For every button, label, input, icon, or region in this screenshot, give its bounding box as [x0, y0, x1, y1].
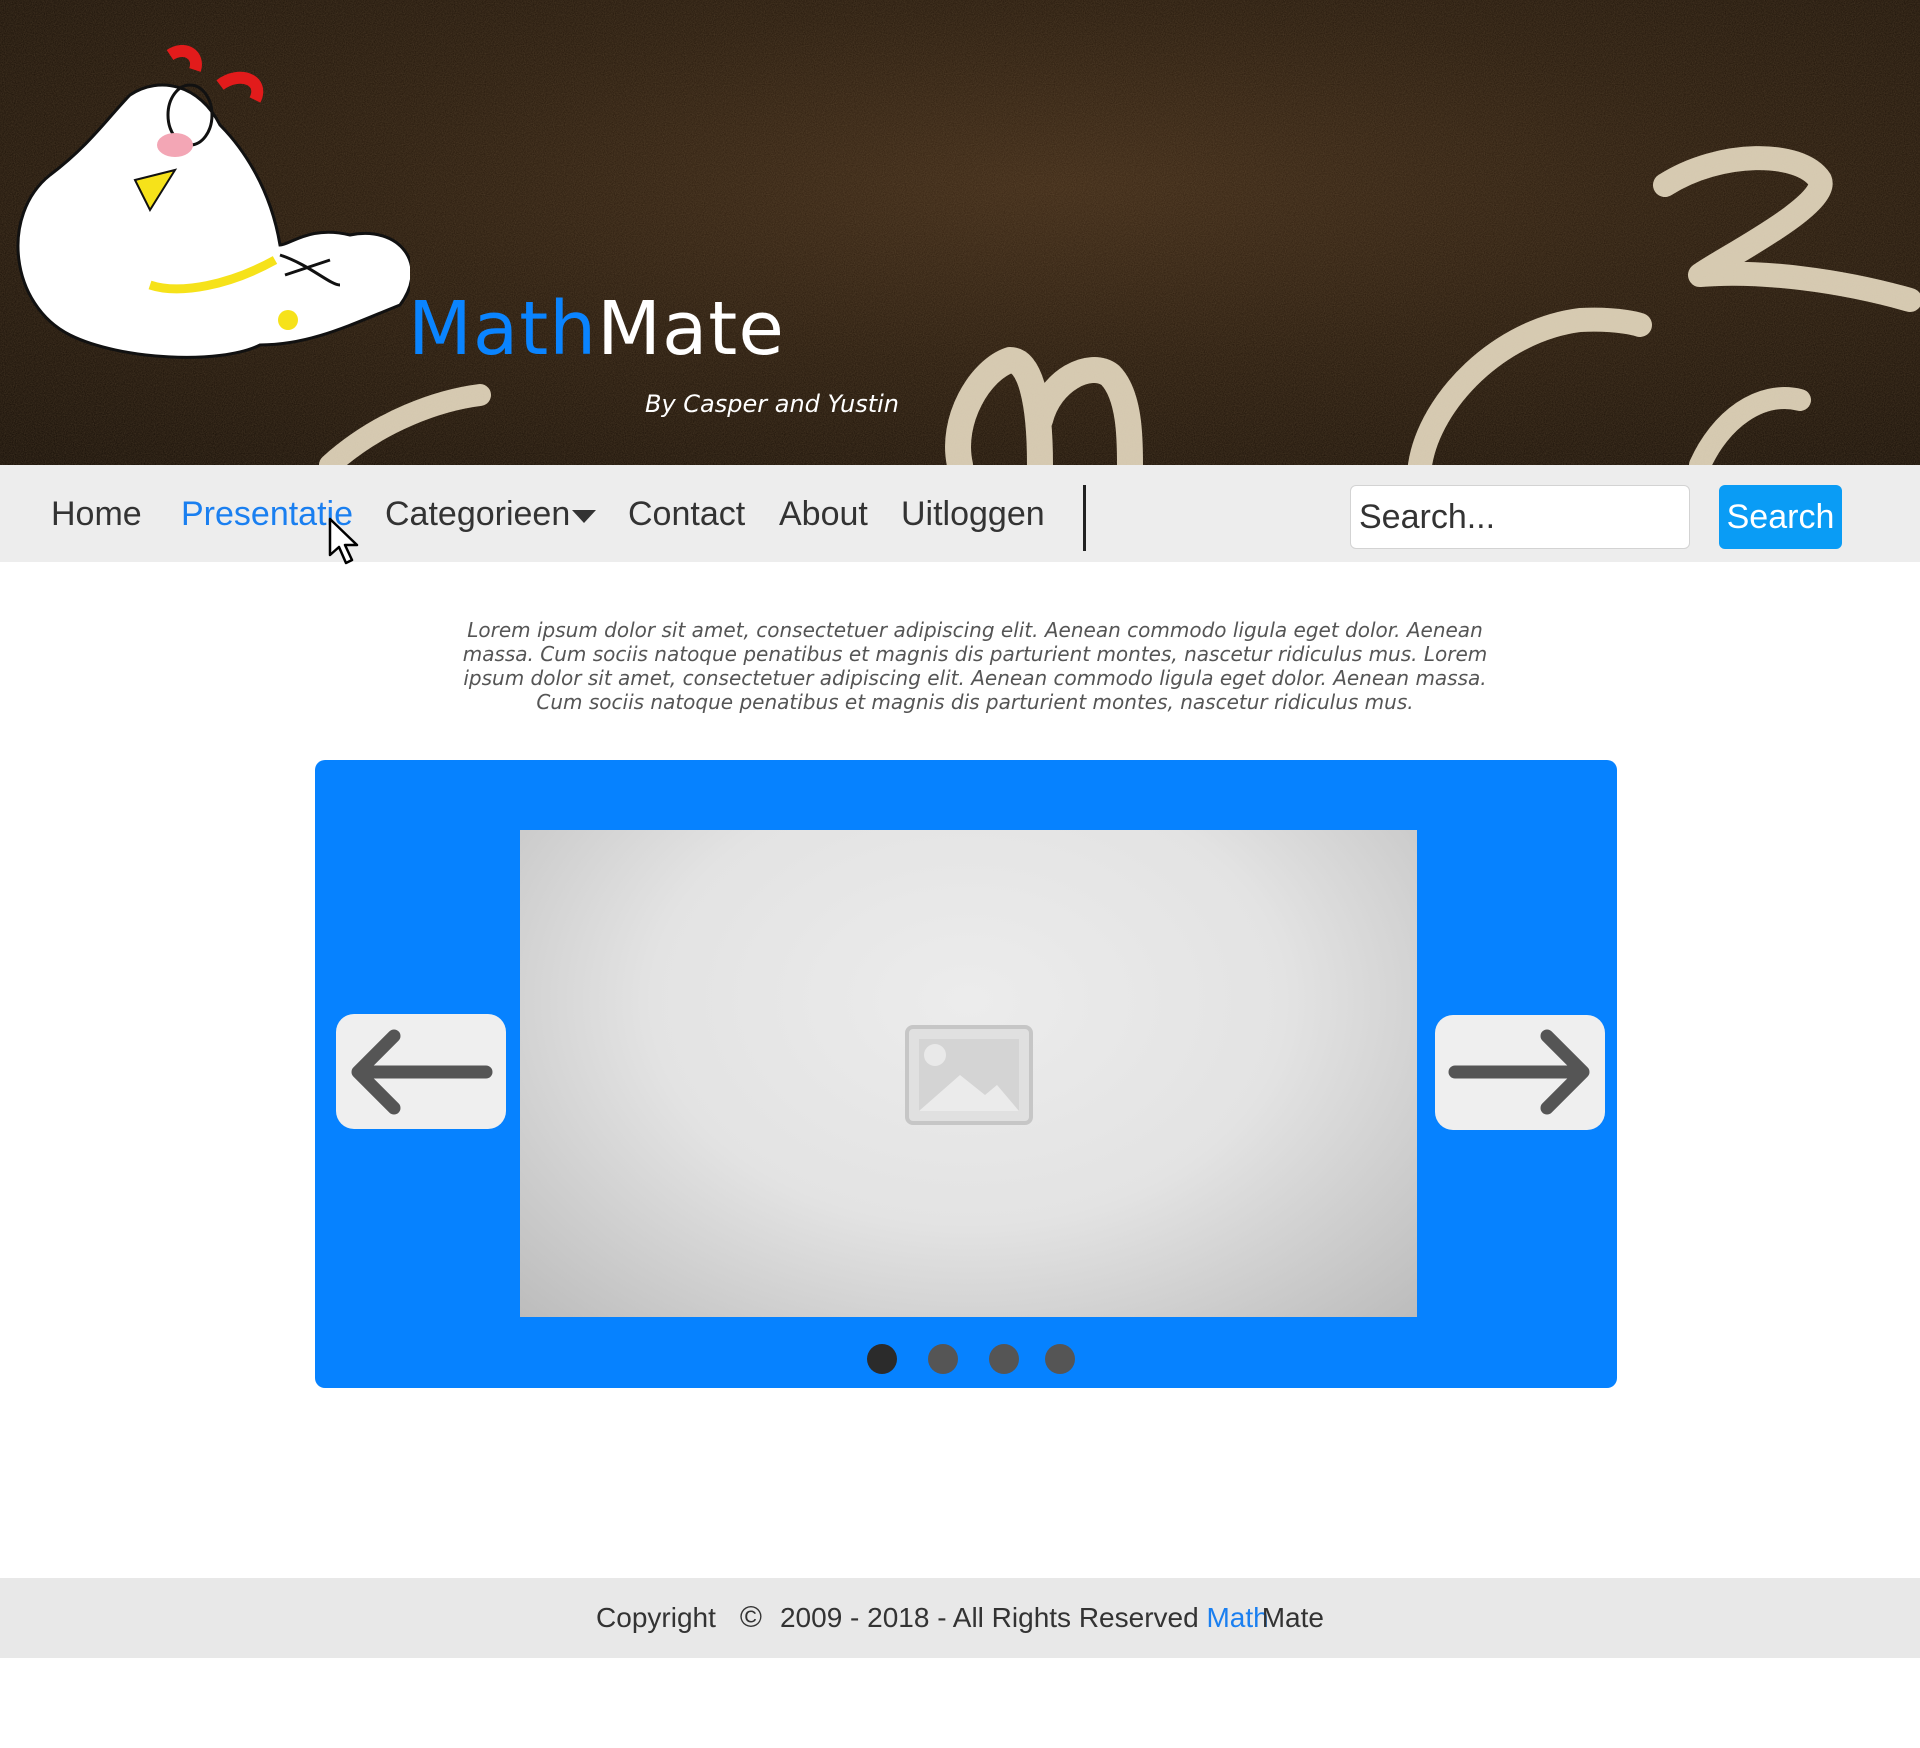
- slider-dot-1[interactable]: [867, 1344, 897, 1374]
- nav-item-categorieen[interactable]: Categorieen: [385, 495, 597, 533]
- slide-image: [520, 830, 1417, 1317]
- footer: Copyright © 2009 - 2018 - All Rights Reser…: [0, 1578, 1920, 1658]
- slider-dot-3[interactable]: [989, 1344, 1019, 1374]
- search-input[interactable]: [1350, 485, 1690, 549]
- footer-brand-math: Math: [1206, 1602, 1269, 1633]
- image-slider: [315, 760, 1617, 1388]
- nav-item-uitloggen[interactable]: Uitloggen: [901, 497, 1045, 531]
- nav-item-categorieen-label: Categorieen: [385, 495, 571, 533]
- brand-part-mate: Mate: [597, 286, 785, 372]
- footer-brand-mate: Mate: [1261, 1602, 1324, 1633]
- slider-prev-button[interactable]: [336, 1014, 506, 1129]
- caret-down-icon: [572, 509, 597, 523]
- image-placeholder-icon: [905, 1025, 1033, 1125]
- main-navbar: Home Presentatie Categorieen Contact Abo…: [0, 465, 1920, 562]
- arrow-left-icon: [351, 1029, 493, 1115]
- slider-dot-4[interactable]: [1045, 1344, 1075, 1374]
- brand-byline: By Casper and Yustin: [645, 390, 900, 418]
- slider-dot-2[interactable]: [928, 1344, 958, 1374]
- copyright-icon: ©: [739, 1601, 762, 1634]
- nav-item-home[interactable]: Home: [51, 497, 142, 531]
- footer-years-text: 2009 - 2018 - All Rights Reserved: [779, 1602, 1199, 1633]
- arrow-right-icon: [1448, 1029, 1590, 1115]
- brand-logo-text: MathMate: [408, 292, 785, 366]
- footer-copyright-label: Copyright: [596, 1602, 716, 1633]
- nav-divider: [1083, 485, 1086, 551]
- mouse-pointer-icon: [328, 517, 359, 565]
- intro-paragraph: Lorem ipsum dolor sit amet, consectetuer…: [462, 618, 1488, 714]
- brand-part-math: Math: [408, 286, 598, 372]
- slider-next-button[interactable]: [1435, 1015, 1605, 1130]
- nav-item-contact[interactable]: Contact: [628, 497, 745, 531]
- mascot-logo: [16, 45, 410, 359]
- nav-item-about[interactable]: About: [779, 497, 868, 531]
- header-banner: MathMate By Casper and Yustin: [0, 0, 1920, 465]
- search-button[interactable]: Search: [1719, 485, 1842, 549]
